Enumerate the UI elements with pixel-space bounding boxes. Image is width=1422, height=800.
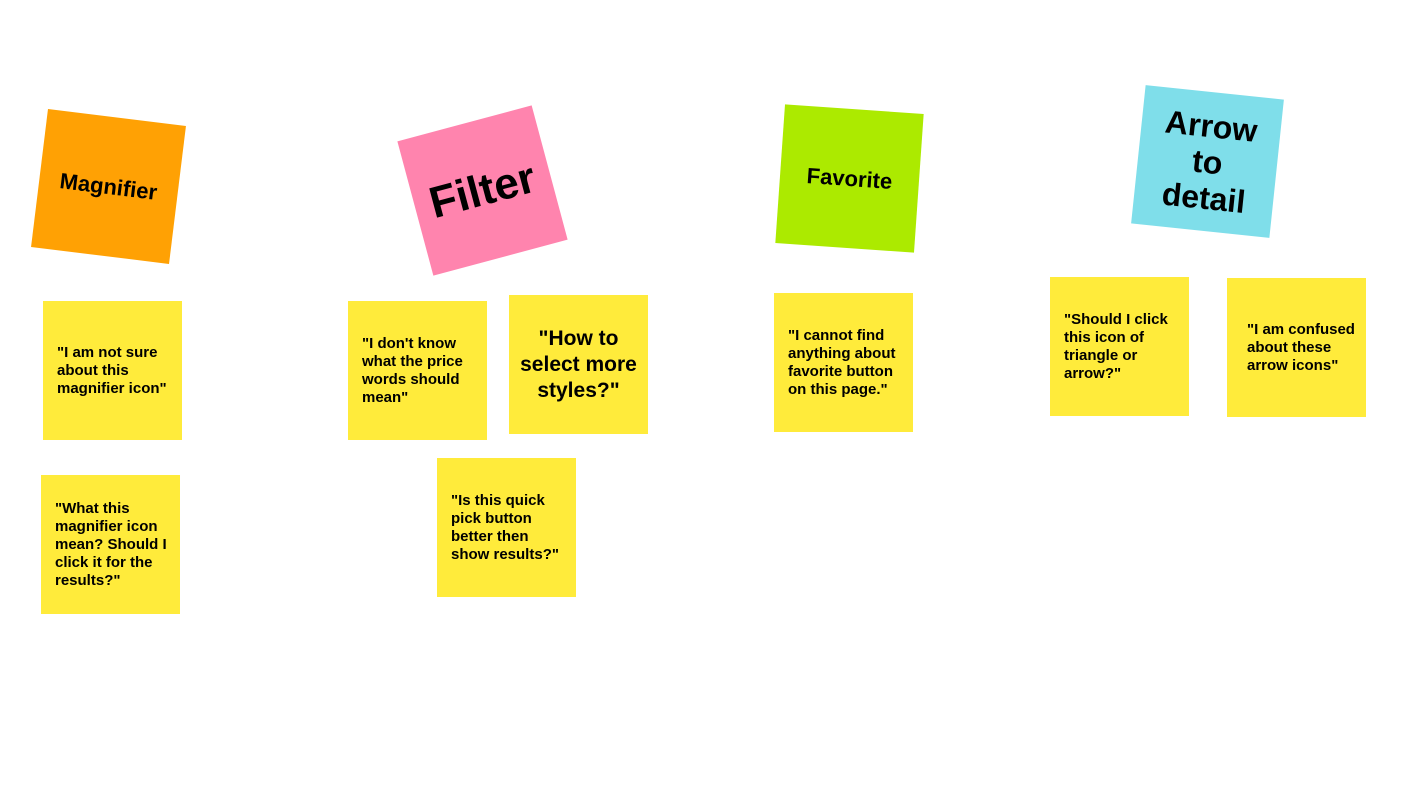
sticky-note-text: "I don't know what the price words shoul… (362, 334, 463, 406)
sticky-note[interactable]: "Should I click this icon of triangle or… (1050, 277, 1189, 416)
sticky-note[interactable]: "Is this quick pick button better then s… (437, 458, 576, 597)
sticky-note-text: "How to select more styles?" (520, 326, 637, 402)
whiteboard-canvas: Magnifier "I am not sure about this magn… (0, 0, 1422, 800)
sticky-note-text: "I am confused about these arrow icons" (1247, 320, 1355, 374)
sticky-note[interactable]: "I am not sure about this magnifier icon… (43, 301, 182, 440)
sticky-note-text: "Should I click this icon of triangle or… (1064, 310, 1168, 382)
sticky-note-text: "What this magnifier icon mean? Should I… (55, 499, 167, 589)
sticky-note-text: "I cannot find anything about favorite b… (788, 326, 896, 398)
header-note-filter[interactable]: Filter (397, 105, 568, 276)
header-note-arrow-to-detail[interactable]: Arrow to detail (1131, 85, 1284, 238)
header-note-label: Arrow to detail (1160, 102, 1260, 220)
sticky-note[interactable]: "I cannot find anything about favorite b… (774, 293, 913, 432)
sticky-note-text: "I am not sure about this magnifier icon… (57, 343, 167, 397)
sticky-note[interactable]: "I am confused about these arrow icons" (1227, 278, 1366, 417)
header-note-label: Filter (424, 152, 541, 228)
sticky-note[interactable]: "How to select more styles?" (509, 295, 648, 434)
sticky-note-text: "Is this quick pick button better then s… (451, 491, 559, 563)
sticky-note[interactable]: "I don't know what the price words shoul… (348, 301, 487, 440)
header-note-favorite[interactable]: Favorite (775, 104, 924, 253)
sticky-note[interactable]: "What this magnifier icon mean? Should I… (41, 475, 180, 614)
header-note-label: Favorite (805, 162, 894, 194)
header-note-label: Magnifier (58, 167, 159, 205)
header-note-magnifier[interactable]: Magnifier (31, 109, 186, 264)
